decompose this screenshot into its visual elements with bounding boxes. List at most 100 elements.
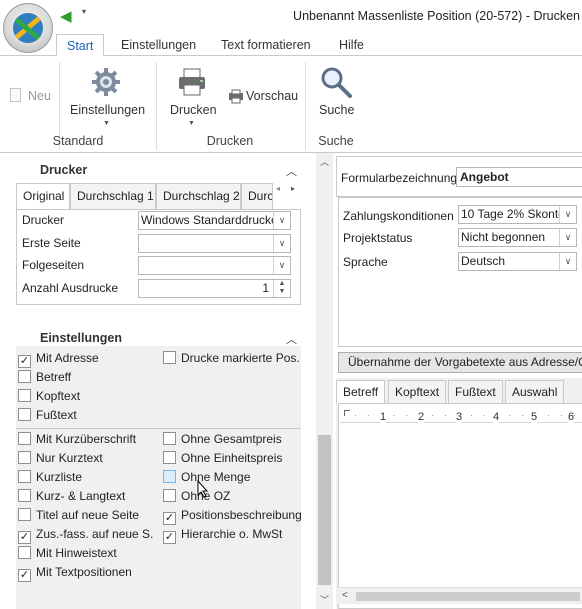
quick-access-dropdown-icon[interactable]: ▾ [82, 7, 86, 16]
ruler-number: 5 [531, 411, 538, 423]
scrollbar-thumb[interactable] [356, 592, 580, 601]
option-hierarchie-mwst[interactable]: ✓ Hierarchie o. MwSt [163, 527, 282, 544]
drucker-combo[interactable]: Windows Standarddrucker ∨ [138, 211, 291, 230]
tab-hilfe[interactable]: Hilfe [339, 34, 364, 56]
back-arrow-icon[interactable]: ◀ [60, 7, 72, 25]
new-document-icon [10, 88, 21, 102]
scroll-left-icon[interactable]: < [342, 590, 348, 601]
tab-start[interactable]: Start [56, 34, 105, 56]
option-fusstext[interactable]: Fußtext [18, 408, 77, 425]
checkbox[interactable] [18, 508, 31, 521]
option-kurz-langtext[interactable]: Kurz- & Langtext [18, 489, 125, 506]
folgeseiten-combo[interactable]: ∨ [138, 256, 291, 275]
option-label: Ohne Menge [181, 470, 251, 484]
option-kopftext[interactable]: Kopftext [18, 389, 80, 406]
uebernahme-vorgabetexte-button[interactable]: Übernahme der Vorgabetexte aus Adresse/O… [338, 352, 582, 373]
checkbox[interactable]: ✓ [18, 531, 31, 544]
option-label: Mit Adresse [36, 351, 99, 365]
checkbox[interactable] [18, 432, 31, 445]
tab-betreff[interactable]: Betreff [336, 380, 386, 404]
option-label: Zus.-fass. auf neue S. [36, 527, 154, 541]
formular-input[interactable]: Angebot [456, 167, 582, 187]
chevron-down-icon[interactable]: ∨ [273, 257, 290, 274]
neu-button[interactable]: Neu [28, 89, 51, 103]
zahlungskonditionen-combo[interactable]: 10 Tage 2% Skonto, ∨ [458, 205, 577, 224]
tab-durchschlag-3[interactable]: Durc [241, 183, 273, 209]
option-label: Betreff [36, 370, 72, 384]
editor-horizontal-scrollbar[interactable]: < [338, 587, 582, 604]
suche-button[interactable]: Suche [319, 103, 354, 117]
option-label: Drucke markierte Pos. [181, 351, 300, 365]
anzahl-ausdrucke-spinner[interactable]: 1 ▲ ▼ [138, 279, 291, 298]
app-logo-icon[interactable] [3, 3, 53, 53]
tab-text-formatieren[interactable]: Text formatieren [221, 34, 311, 56]
option-drucke-markierte-pos[interactable]: Drucke markierte Pos. [163, 351, 300, 368]
option-betreff[interactable]: Betreff [18, 370, 71, 387]
option-titel-neue-seite[interactable]: Titel auf neue Seite [18, 508, 139, 525]
formular-label: Formularbezeichnung [341, 171, 458, 185]
checkbox[interactable] [18, 370, 31, 383]
tab-durchschlag-2[interactable]: Durchschlag 2 [156, 183, 241, 209]
scroll-up-icon[interactable]: ︿ [318, 155, 331, 168]
checkbox[interactable] [18, 389, 31, 402]
option-label: Mit Textpositionen [36, 565, 132, 579]
checkbox[interactable] [18, 451, 31, 464]
spin-updown-icon[interactable]: ▲ ▼ [273, 280, 290, 297]
anzahl-ausdrucke-label: Anzahl Ausdrucke [22, 281, 119, 295]
chevron-down-icon[interactable]: ∨ [273, 235, 290, 252]
option-kurzliste[interactable]: Kurzliste [18, 470, 82, 487]
option-mit-hinweistext[interactable]: Mit Hinweistext [18, 546, 117, 563]
scrollbar-thumb[interactable] [318, 435, 331, 585]
option-ohne-gesamtpreis[interactable]: Ohne Gesamtpreis [163, 432, 282, 449]
chevron-down-icon[interactable]: ∨ [559, 229, 576, 246]
option-nur-kurztext[interactable]: Nur Kurztext [18, 451, 103, 468]
tab-durchschlag-1[interactable]: Durchschlag 1 [70, 183, 156, 209]
checkbox[interactable]: ✓ [163, 512, 176, 525]
ribbon: Neu Einstellungen ▼ Standard Drucken ▼ V… [0, 55, 582, 153]
checkbox[interactable] [18, 489, 31, 502]
option-mit-textpositionen[interactable]: ✓ Mit Textpositionen [18, 565, 132, 582]
tab-original[interactable]: Original [16, 183, 70, 210]
option-mit-kurzueberschrift[interactable]: Mit Kurzüberschrift [18, 432, 136, 449]
erste-seite-combo[interactable]: ∨ [138, 234, 291, 253]
tab-fusstext[interactable]: Fußtext [448, 380, 503, 404]
einstellungen-button[interactable]: Einstellungen [70, 103, 145, 117]
divider [16, 428, 301, 429]
left-panel-scrollbar[interactable]: ︿ ﹀ [316, 153, 333, 609]
drucken-button[interactable]: Drucken [170, 103, 217, 117]
projektstatus-combo[interactable]: Nicht begonnen ∨ [458, 228, 577, 247]
checkbox[interactable] [163, 432, 176, 445]
chevron-down-icon[interactable]: ∨ [273, 212, 290, 229]
checkbox[interactable] [163, 351, 176, 364]
collapse-up-icon[interactable]: ︿ [286, 163, 297, 179]
ruler-indent-marker-icon[interactable] [344, 410, 350, 416]
checkbox[interactable] [163, 470, 176, 483]
sprache-combo[interactable]: Deutsch ∨ [458, 252, 577, 271]
chevron-down-icon[interactable]: ∨ [559, 253, 576, 270]
vorschau-button[interactable]: Vorschau [246, 89, 298, 103]
collapse-up-icon[interactable]: ︿ [286, 331, 297, 347]
checkbox[interactable] [163, 489, 176, 502]
einstellungen-section-title: Einstellungen [40, 331, 122, 345]
checkbox[interactable] [18, 408, 31, 421]
rich-text-editor[interactable] [338, 403, 582, 609]
checkbox[interactable]: ✓ [163, 531, 176, 544]
checkbox[interactable] [163, 451, 176, 464]
tab-scroll-right-icon[interactable]: ▸ [291, 184, 295, 193]
projektstatus-value: Nicht begonnen [461, 230, 546, 244]
erste-seite-label: Erste Seite [22, 236, 81, 250]
option-positionsbeschreibung[interactable]: ✓ Positionsbeschreibung [163, 508, 302, 525]
option-zusfass-neue-seite[interactable]: ✓ Zus.-fass. auf neue S. [18, 527, 153, 544]
option-ohne-einheitspreis[interactable]: Ohne Einheitspreis [163, 451, 282, 468]
tab-scroll-left-icon[interactable]: ◂ [276, 184, 280, 193]
checkbox[interactable] [18, 470, 31, 483]
option-mit-adresse[interactable]: ✓ Mit Adresse [18, 351, 99, 368]
tab-auswahl[interactable]: Auswahl [505, 380, 565, 404]
checkbox[interactable] [18, 546, 31, 559]
checkbox[interactable]: ✓ [18, 569, 31, 582]
tab-einstellungen[interactable]: Einstellungen [121, 34, 196, 56]
chevron-down-icon[interactable]: ∨ [559, 206, 576, 223]
tab-kopftext[interactable]: Kopftext [388, 380, 447, 404]
checkbox[interactable]: ✓ [18, 355, 31, 368]
scroll-down-icon[interactable]: ﹀ [318, 593, 331, 606]
